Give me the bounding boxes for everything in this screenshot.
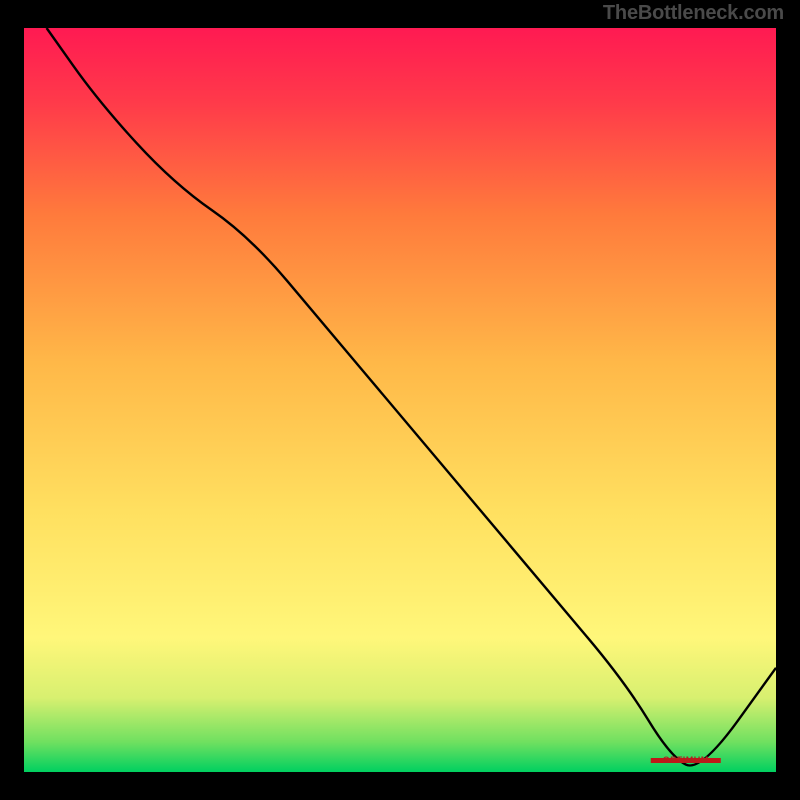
chart-stage: TheBottleneck.com OPTIMUM (0, 0, 800, 800)
plot-background (24, 28, 776, 772)
optimum-label: OPTIMUM (651, 755, 721, 765)
bottleneck-plot (0, 0, 800, 800)
